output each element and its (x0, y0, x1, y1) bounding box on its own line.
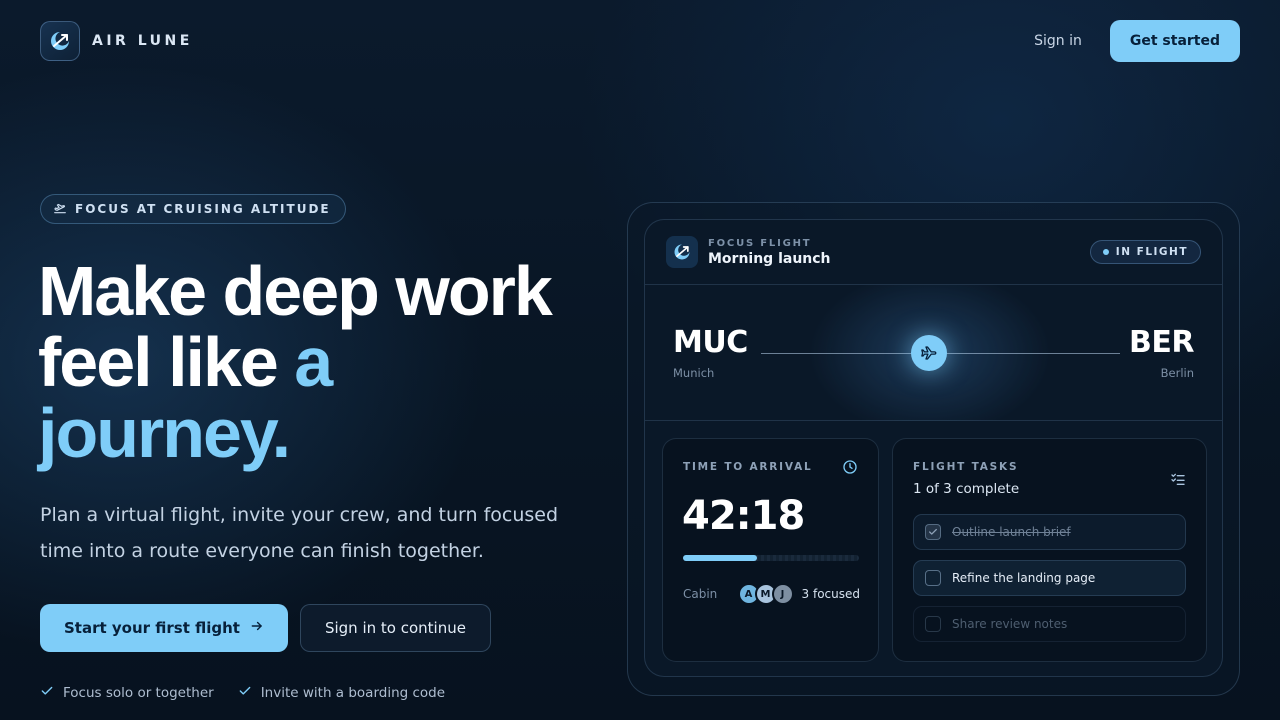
plane-icon (911, 335, 947, 371)
flight-progress-bar (683, 555, 859, 561)
hero-subcopy: Plan a virtual flight, invite your crew,… (40, 504, 559, 562)
origin-airport: MUC Munich (673, 325, 748, 380)
hero-headline: Make deep work feel like a journey. (38, 256, 598, 469)
nav-actions: Sign in Get started (1034, 20, 1240, 62)
checklist-icon[interactable] (1170, 471, 1186, 491)
crescent-plane-icon (666, 236, 698, 268)
start-flight-label: Start your first flight (64, 619, 240, 637)
task-text: Share review notes (952, 617, 1068, 631)
feature-text: Invite with a boarding code (260, 685, 446, 701)
clock-icon (842, 459, 858, 479)
flight-card-title-group: FOCUS FLIGHT Morning launch (666, 236, 831, 268)
flight-eyebrow: FOCUS FLIGHT (708, 237, 812, 249)
start-flight-button[interactable]: Start your first flight (40, 604, 288, 652)
tasks-summary: 1 of 3 complete (913, 481, 1020, 497)
task-text: Refine the landing page (952, 571, 1096, 585)
checkbox-checked[interactable] (925, 524, 941, 540)
get-started-button[interactable]: Get started (1109, 20, 1240, 62)
origin-code: MUC (673, 325, 748, 360)
status-text: IN FLIGHT (1115, 246, 1188, 258)
cta-row: Start your first flight Sign in to conti… (40, 604, 491, 652)
destination-city: Berlin (1160, 366, 1194, 380)
tasks-panel: FLIGHT TASKS 1 of 3 complete Outline lau… (892, 438, 1207, 662)
check-icon (238, 684, 252, 702)
flight-card: FOCUS FLIGHT Morning launch IN FLIGHT MU… (644, 219, 1223, 677)
feature-text: Focus solo or together (63, 685, 214, 701)
status-dot-icon (1102, 249, 1109, 255)
flight-title: Morning launch (708, 250, 831, 267)
arrow-right-icon (250, 619, 264, 637)
crescent-plane-icon (40, 21, 80, 61)
feature-item: Invite with a boarding code (238, 684, 445, 702)
hero-badge: FOCUS AT CRUISING ALTITUDE (40, 194, 346, 224)
avatar[interactable]: J (771, 583, 794, 605)
crew-count: 3 focused (801, 587, 860, 601)
destination-code: BER (1129, 325, 1194, 360)
origin-city: Munich (673, 366, 715, 380)
task-item[interactable]: Share review notes (913, 606, 1186, 642)
sign-in-link[interactable]: Sign in (1034, 33, 1082, 49)
cabin-label: Cabin (683, 587, 718, 601)
feature-list: Focus solo or together Invite with a boa… (40, 684, 445, 702)
flight-card-header: FOCUS FLIGHT Morning launch IN FLIGHT (645, 220, 1222, 285)
checkbox[interactable] (925, 616, 941, 632)
tasks-label: FLIGHT TASKS (913, 461, 1019, 473)
sign-in-continue-button[interactable]: Sign in to continue (299, 604, 491, 652)
time-remaining: 42:18 (682, 493, 805, 539)
checkbox[interactable] (925, 570, 941, 586)
task-text: Outline launch brief (952, 525, 1071, 539)
brand[interactable]: AIR LUNE (40, 21, 193, 61)
top-nav: AIR LUNE Sign in Get started (40, 20, 1240, 62)
flight-progress-fill (683, 555, 757, 561)
hero-badge-text: FOCUS AT CRUISING ALTITUDE (75, 202, 331, 216)
time-panel: TIME TO ARRIVAL 42:18 Cabin A M J 3 focu… (662, 438, 879, 662)
check-icon (40, 684, 54, 702)
task-item[interactable]: Outline launch brief (913, 514, 1186, 550)
takeoff-icon (53, 200, 67, 219)
destination-airport: BER Berlin (1129, 325, 1194, 380)
flight-route: MUC Munich BER Berlin (645, 285, 1222, 421)
flight-title-block: FOCUS FLIGHT Morning launch (708, 238, 831, 267)
feature-item: Focus solo or together (40, 684, 214, 702)
cabin-row: Cabin A M J 3 focused (683, 583, 860, 605)
status-badge: IN FLIGHT (1089, 240, 1201, 264)
crew-group: A M J 3 focused (737, 583, 860, 605)
time-label: TIME TO ARRIVAL (683, 461, 813, 473)
brand-name: AIR LUNE (92, 33, 193, 49)
task-item[interactable]: Refine the landing page (913, 560, 1186, 596)
